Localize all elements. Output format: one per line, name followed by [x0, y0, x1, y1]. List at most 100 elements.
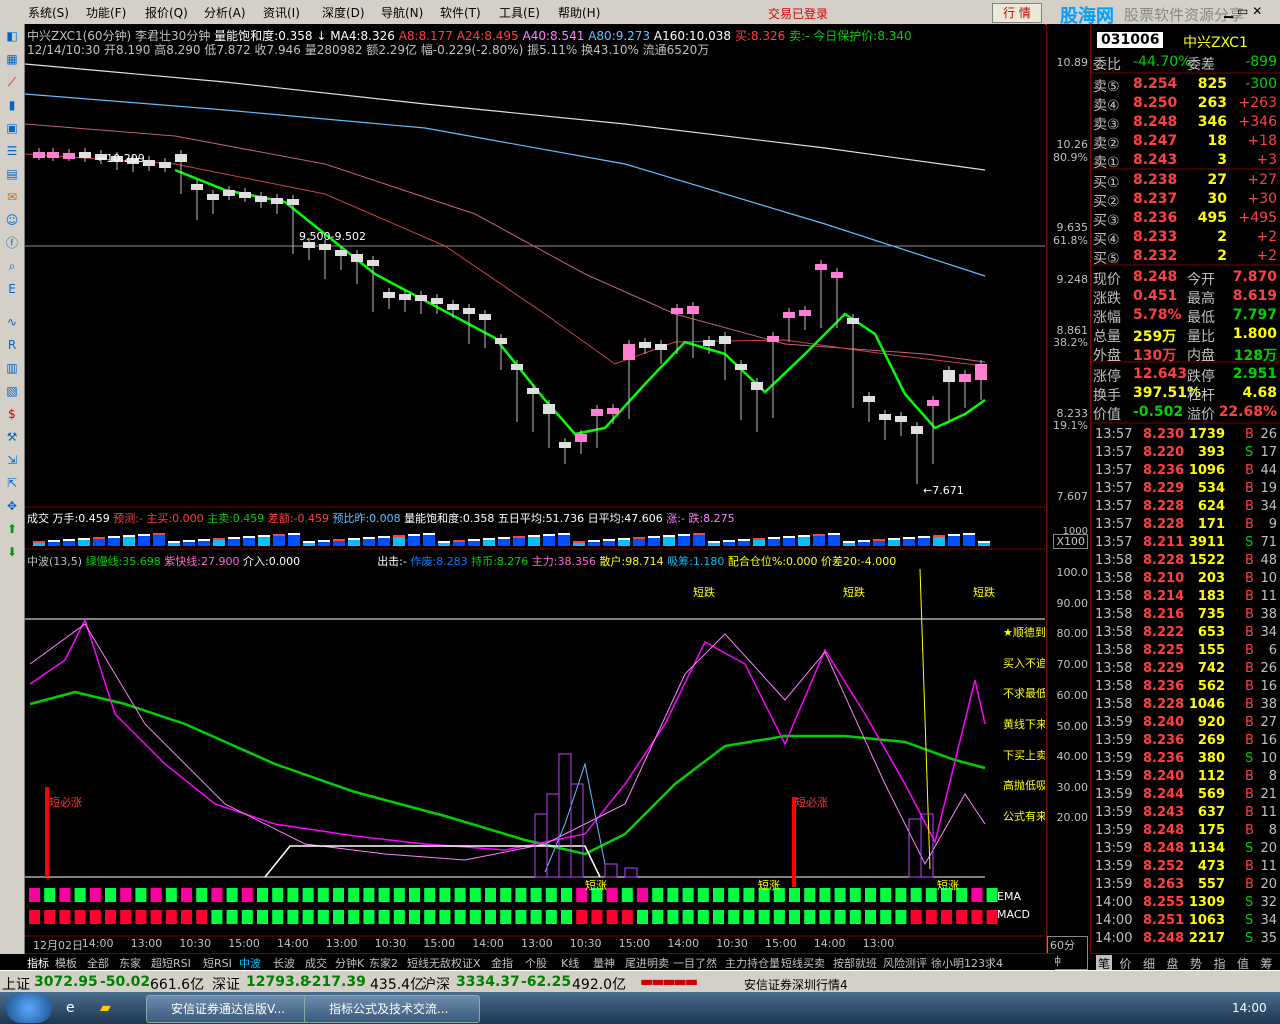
- candle-body: [271, 198, 283, 204]
- tick-row: 13:57 8.228 171 B 9: [1091, 516, 1280, 534]
- macd-block: [895, 910, 907, 924]
- down-arrow-icon[interactable]: ⬇: [4, 544, 20, 560]
- ask-change: -300: [1245, 76, 1277, 92]
- volume-cap: [633, 537, 645, 539]
- indicator-tab[interactable]: 风险测评: [883, 955, 927, 971]
- indicator-tab[interactable]: 量神: [593, 955, 615, 971]
- menu-function[interactable]: 功能(F): [86, 4, 126, 21]
- etf-icon[interactable]: E: [4, 281, 20, 297]
- up-arrow-icon[interactable]: ⬆: [4, 521, 20, 537]
- volume-bar: [573, 543, 585, 546]
- indicator-tab[interactable]: 短RSI: [203, 955, 232, 971]
- indicator-tab[interactable]: K线: [561, 955, 579, 971]
- f10-icon[interactable]: ⓕ: [4, 235, 20, 251]
- high-label: ←10.209: [97, 152, 145, 165]
- window-controls[interactable]: ▁ ▭ ✕: [1224, 4, 1262, 18]
- indicator-tab[interactable]: 东家2: [369, 955, 398, 971]
- volume-bar: [903, 539, 915, 546]
- list-icon[interactable]: ☰: [4, 143, 20, 159]
- start-button[interactable]: [6, 993, 52, 1023]
- trade-button[interactable]: 行 情: [992, 3, 1042, 23]
- indicator-tab[interactable]: 短线买卖: [781, 955, 825, 971]
- search-icon[interactable]: ⌕: [4, 258, 20, 274]
- ie-icon[interactable]: e: [66, 1000, 75, 1016]
- table-icon[interactable]: ▤: [4, 166, 20, 182]
- tick-volume: 637: [1197, 805, 1225, 820]
- indicator-tab[interactable]: 中波: [239, 955, 261, 971]
- indicator-tab[interactable]: 东家: [119, 955, 141, 971]
- indicator-tab[interactable]: 超短RSI: [151, 955, 191, 971]
- menu-help[interactable]: 帮助(H): [558, 4, 600, 21]
- note-item: 公式有来: [1003, 810, 1045, 823]
- indicator-tab[interactable]: 权证X: [451, 955, 481, 971]
- tick-price: 8.255: [1143, 895, 1185, 910]
- move-icon[interactable]: ✥: [4, 498, 20, 514]
- stat-value: 7.870: [1232, 269, 1277, 285]
- calc-icon[interactable]: ▥: [4, 360, 20, 376]
- indicator-tab[interactable]: 个股: [525, 955, 547, 971]
- ema-block: [196, 888, 208, 902]
- date-tick: 14:00: [81, 937, 114, 950]
- candle-body: [383, 292, 395, 298]
- short-drop-label: 短跌: [693, 586, 715, 599]
- ema-block: [424, 888, 436, 902]
- note-item: 黄线下来: [1003, 718, 1045, 731]
- back-icon[interactable]: ◧: [4, 28, 20, 44]
- menu-analysis[interactable]: 分析(A): [204, 4, 246, 21]
- menu-info[interactable]: 资讯(I): [263, 4, 300, 21]
- tick-row: 13:58 8.228 1522 B 48: [1091, 552, 1280, 570]
- window-icon[interactable]: ▣: [4, 120, 20, 136]
- candle-body: [879, 414, 891, 420]
- indicator-tab[interactable]: 分钟K: [335, 955, 364, 971]
- volume-bar: [123, 537, 135, 546]
- ema-block: [135, 888, 147, 902]
- ema-block: [181, 888, 192, 902]
- kline-icon[interactable]: ▮: [4, 97, 20, 113]
- indicator-tab[interactable]: 成交: [305, 955, 327, 971]
- grid-icon[interactable]: ▦: [4, 51, 20, 67]
- indicator-tab[interactable]: 主力持仓量: [725, 955, 780, 971]
- hs-index-change: -62.25: [521, 974, 572, 990]
- indicator-tab[interactable]: 按部就班: [833, 955, 877, 971]
- wave-icon[interactable]: ∿: [4, 314, 20, 330]
- menu-system[interactable]: 系统(S): [28, 4, 69, 21]
- chart-area[interactable]: 中兴ZXC1(60分钟) 李君壮30分钟 量能饱和度:0.358 ↓ MA4:8…: [25, 24, 1045, 954]
- indicator-tab[interactable]: 长波: [273, 955, 295, 971]
- indicator-tab[interactable]: 徐小明123求4: [931, 955, 1003, 971]
- wrench-icon[interactable]: ⚒: [4, 429, 20, 445]
- tick-side: S: [1245, 895, 1254, 910]
- chart-icon[interactable]: ▧: [4, 383, 20, 399]
- envelope-icon[interactable]: ✉: [4, 189, 20, 205]
- menu-tools[interactable]: 工具(E): [499, 4, 540, 21]
- line-chart-icon[interactable]: ⟋: [4, 74, 20, 90]
- menu-nav[interactable]: 导航(N): [381, 4, 423, 21]
- menu-quote[interactable]: 报价(Q): [145, 4, 188, 21]
- taskbar-item-forum[interactable]: 指标公式及技术交流...: [304, 995, 480, 1023]
- menu-depth[interactable]: 深度(D): [322, 4, 365, 21]
- menu-software[interactable]: 软件(T): [440, 4, 481, 21]
- folder-icon[interactable]: ▰: [100, 1000, 111, 1016]
- indicator-tab[interactable]: 短线无敌: [407, 955, 451, 971]
- stat-value: 130万: [1133, 348, 1177, 364]
- export-icon[interactable]: ⇲: [4, 452, 20, 468]
- indicator-tab[interactable]: 全部: [87, 955, 109, 971]
- volume-bar: [48, 542, 60, 546]
- dollar-icon[interactable]: $: [4, 406, 20, 422]
- login-status: 交易已登录: [768, 7, 829, 21]
- indicator-tab[interactable]: 一目了然: [673, 955, 717, 971]
- tick-time: 13:57: [1095, 517, 1133, 532]
- feed-status: 安信证券深圳行情4: [744, 978, 848, 992]
- taskbar-item-tdx[interactable]: 安信证券通达信版V...: [146, 995, 322, 1023]
- indicator-tab[interactable]: 指标: [27, 955, 49, 971]
- chart-canvas[interactable]: [25, 24, 1045, 954]
- rsi-icon[interactable]: R: [4, 337, 20, 353]
- import-icon[interactable]: ⇱: [4, 475, 20, 491]
- volume-cap: [663, 535, 675, 537]
- indicator-tab[interactable]: 模板: [55, 955, 77, 971]
- users-icon[interactable]: ☺: [4, 212, 20, 228]
- bid-change: +2: [1256, 248, 1277, 264]
- volume-cap: [288, 533, 300, 535]
- volume-cap: [243, 536, 255, 538]
- indicator-tab[interactable]: 金指: [491, 955, 513, 971]
- indicator-tab[interactable]: 尾进明卖: [625, 955, 669, 971]
